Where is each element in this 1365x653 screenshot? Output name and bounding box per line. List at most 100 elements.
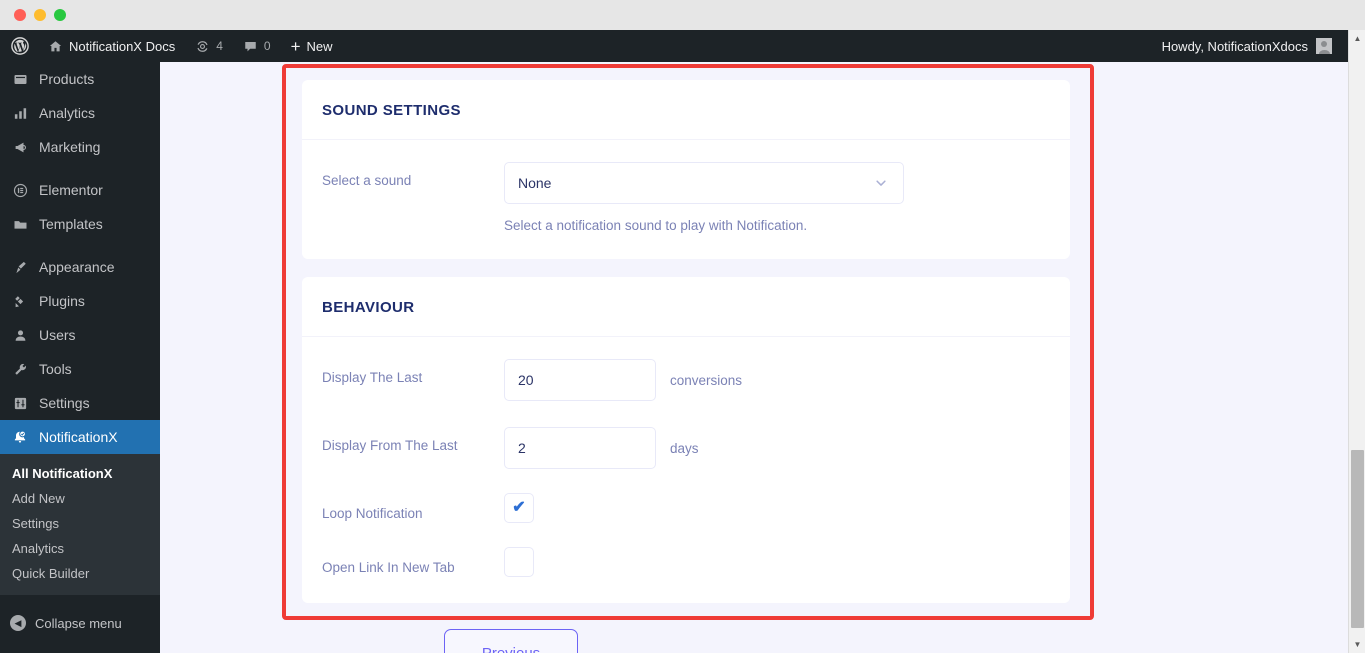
sidebar-item-settings[interactable]: Settings: [0, 386, 160, 420]
loop-notification-checkbox[interactable]: ✔: [504, 493, 534, 523]
sidebar-item-products[interactable]: Products: [0, 62, 160, 96]
previous-button-label: Previous: [481, 644, 541, 653]
sound-settings-title: Sound Settings: [322, 102, 461, 119]
display-from-the-last-input[interactable]: [504, 427, 656, 469]
display-from-the-last-unit: days: [670, 440, 699, 456]
scroll-down-button[interactable]: ▼: [1349, 636, 1365, 653]
select-sound-label: Select a sound: [322, 173, 412, 188]
sidebar-item-users[interactable]: Users: [0, 318, 160, 352]
display-the-last-row: Display The Last conversions: [322, 359, 1050, 401]
sound-settings-header: Sound Settings: [302, 80, 1070, 140]
check-icon: ✔: [512, 499, 526, 516]
select-sound-help-text: Select a notification sound to play with…: [504, 218, 808, 233]
comments-count: 0: [263, 39, 271, 53]
browser-viewport: NotificationX Docs 4 0 + New Howdy, Noti…: [0, 30, 1365, 653]
select-sound-row: Select a sound None Select a notificatio…: [322, 162, 1050, 233]
submenu-item-label: Analytics: [12, 541, 65, 556]
wp-admin-bar: NotificationX Docs 4 0 + New Howdy, Noti…: [0, 30, 1348, 62]
behaviour-title: Behaviour: [322, 299, 415, 316]
sidebar-item-label: Settings: [39, 395, 90, 411]
sidebar-item-plugins[interactable]: Plugins: [0, 284, 160, 318]
updates-menu[interactable]: 4: [185, 30, 233, 62]
appearance-icon: [10, 260, 30, 275]
open-link-new-tab-field: [504, 547, 1050, 577]
my-account-menu[interactable]: Howdy, NotificationXdocs: [1152, 30, 1342, 62]
submenu-item-label: All NotificationX: [12, 466, 113, 481]
submenu-item-settings[interactable]: Settings: [0, 511, 160, 536]
open-link-new-tab-row: Open Link In New Tab: [322, 547, 1050, 577]
sidebar-item-label: Analytics: [39, 105, 96, 121]
sidebar-item-label: Templates: [39, 216, 103, 232]
sidebar-item-tools[interactable]: Tools: [0, 352, 160, 386]
sidebar-item-label: Users: [39, 327, 76, 343]
display-the-last-field: conversions: [504, 359, 1050, 401]
select-sound-dropdown[interactable]: None: [504, 162, 904, 204]
sidebar-item-label: Elementor: [39, 182, 103, 198]
select-sound-field: None Select a notification sound to play…: [504, 162, 1050, 233]
admin-bar-left: NotificationX Docs 4 0 + New: [0, 30, 343, 62]
plus-icon: +: [290, 36, 301, 56]
display-from-the-last-label: Display From The Last: [322, 438, 458, 453]
previous-button[interactable]: Previous: [444, 629, 578, 653]
behaviour-panel: Behaviour Display The Last conversions D…: [302, 277, 1070, 603]
users-icon: [10, 328, 30, 343]
chevron-left-icon: ◀: [10, 615, 26, 631]
notificationx-icon: [10, 429, 30, 445]
scrollbar-thumb[interactable]: [1351, 450, 1364, 628]
sidebar-item-elementor[interactable]: Elementor: [0, 173, 160, 207]
sidebar-separator: [0, 241, 160, 250]
site-name-menu[interactable]: NotificationX Docs: [38, 30, 185, 62]
submenu-item-label: Add New: [12, 491, 65, 506]
notificationx-submenu: All NotificationX Add New Settings Analy…: [0, 454, 160, 595]
comments-menu[interactable]: 0: [233, 30, 281, 62]
sidebar-item-label: Tools: [39, 361, 72, 377]
updates-icon: [197, 40, 208, 52]
display-from-the-last-field: days: [504, 427, 1050, 469]
scroll-up-button[interactable]: ▲: [1349, 30, 1365, 47]
sidebar-item-label: NotificationX: [39, 429, 118, 445]
products-icon: [10, 72, 30, 87]
elementor-icon: [10, 183, 30, 198]
submenu-item-all-notificationx[interactable]: All NotificationX: [0, 461, 160, 486]
submenu-item-analytics[interactable]: Analytics: [0, 536, 160, 561]
loop-notification-row: Loop Notification ✔: [322, 493, 1050, 523]
new-label: New: [306, 38, 333, 54]
plugins-icon: [10, 294, 30, 309]
sidebar-item-templates[interactable]: Templates: [0, 207, 160, 241]
sidebar-item-marketing[interactable]: Marketing: [0, 130, 160, 164]
open-link-new-tab-checkbox[interactable]: [504, 547, 534, 577]
sidebar-item-appearance[interactable]: Appearance: [0, 250, 160, 284]
updates-count: 4: [216, 39, 223, 53]
submenu-item-quick-builder[interactable]: Quick Builder: [0, 561, 160, 586]
collapse-menu-button[interactable]: ◀ Collapse menu: [0, 606, 160, 640]
display-from-the-last-row: Display From The Last days: [322, 427, 1050, 469]
home-icon: [49, 40, 62, 51]
new-content-menu[interactable]: + New: [281, 30, 343, 62]
display-the-last-label: Display The Last: [322, 370, 423, 385]
wordpress-logo-icon[interactable]: [0, 30, 38, 62]
submenu-item-add-new[interactable]: Add New: [0, 486, 160, 511]
marketing-icon: [10, 140, 30, 155]
sidebar-item-label: Products: [39, 71, 95, 87]
display-the-last-input[interactable]: [504, 359, 656, 401]
sidebar-item-analytics[interactable]: Analytics: [0, 96, 160, 130]
admin-sidebar: Products Analytics Marketing Elementor T…: [0, 30, 160, 653]
behaviour-body: Display The Last conversions Display Fro…: [302, 337, 1070, 603]
window-close-button[interactable]: [14, 9, 26, 21]
sidebar-item-label: Marketing: [39, 139, 101, 155]
site-name-label: NotificationX Docs: [69, 38, 176, 54]
loop-notification-label: Loop Notification: [322, 506, 423, 521]
settings-icon: [10, 396, 30, 411]
window-titlebar: [0, 0, 1365, 30]
sidebar-item-label: Plugins: [39, 293, 85, 309]
page-scrollbar[interactable]: ▲ ▼: [1348, 30, 1365, 653]
window-maximize-button[interactable]: [54, 9, 66, 21]
howdy-label: Howdy, NotificationXdocs: [1161, 38, 1308, 54]
window-minimize-button[interactable]: [34, 9, 46, 21]
main-content: Sound Settings Select a sound None: [160, 30, 1365, 653]
templates-icon: [10, 217, 30, 232]
sidebar-separator: [0, 164, 160, 173]
sidebar-item-notificationx[interactable]: NotificationX: [0, 420, 160, 454]
analytics-icon: [10, 106, 30, 121]
comment-icon: [245, 41, 256, 51]
